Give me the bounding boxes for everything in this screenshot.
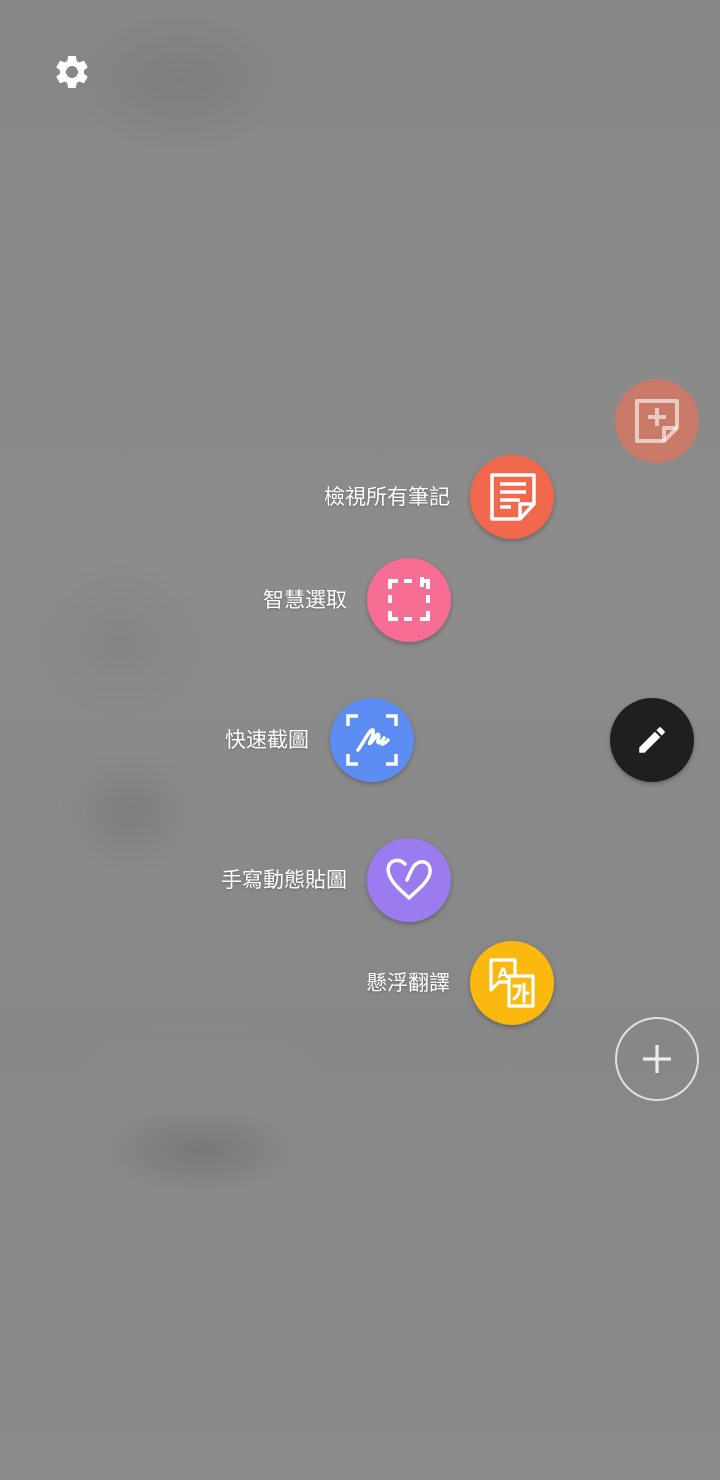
menu-item-translate-label[interactable]: 懸浮翻譯 [366, 969, 450, 997]
air-command-pen-button[interactable] [610, 698, 694, 782]
pen-icon [639, 727, 665, 753]
gear-icon [56, 55, 88, 88]
translate-icon: A [489, 958, 535, 1008]
screen-write-button[interactable] [330, 698, 414, 782]
smart-select-button[interactable] [367, 558, 451, 642]
settings-button[interactable] [52, 52, 92, 92]
note-add-icon [635, 399, 679, 443]
notes-list-icon [490, 473, 536, 521]
menu-item-view-all-notes-label[interactable]: 檢視所有筆記 [324, 483, 450, 511]
plus-icon [643, 1045, 671, 1073]
live-message-heart-icon [386, 858, 432, 900]
screen-write-icon [346, 714, 398, 766]
menu-item-smart-select-label[interactable]: 智慧選取 [263, 586, 347, 614]
live-message-button[interactable] [367, 838, 451, 922]
view-all-notes-button[interactable] [470, 455, 554, 539]
svg-text:A: A [498, 966, 509, 982]
menu-item-live-message-label[interactable]: 手寫動態貼圖 [221, 866, 347, 894]
create-note-button[interactable] [615, 379, 699, 463]
translate-button[interactable]: A [470, 941, 554, 1025]
smart-select-icon [388, 577, 430, 621]
menu-item-screen-write-label[interactable]: 快速截圖 [225, 726, 309, 754]
add-shortcut-button[interactable] [615, 1017, 699, 1101]
